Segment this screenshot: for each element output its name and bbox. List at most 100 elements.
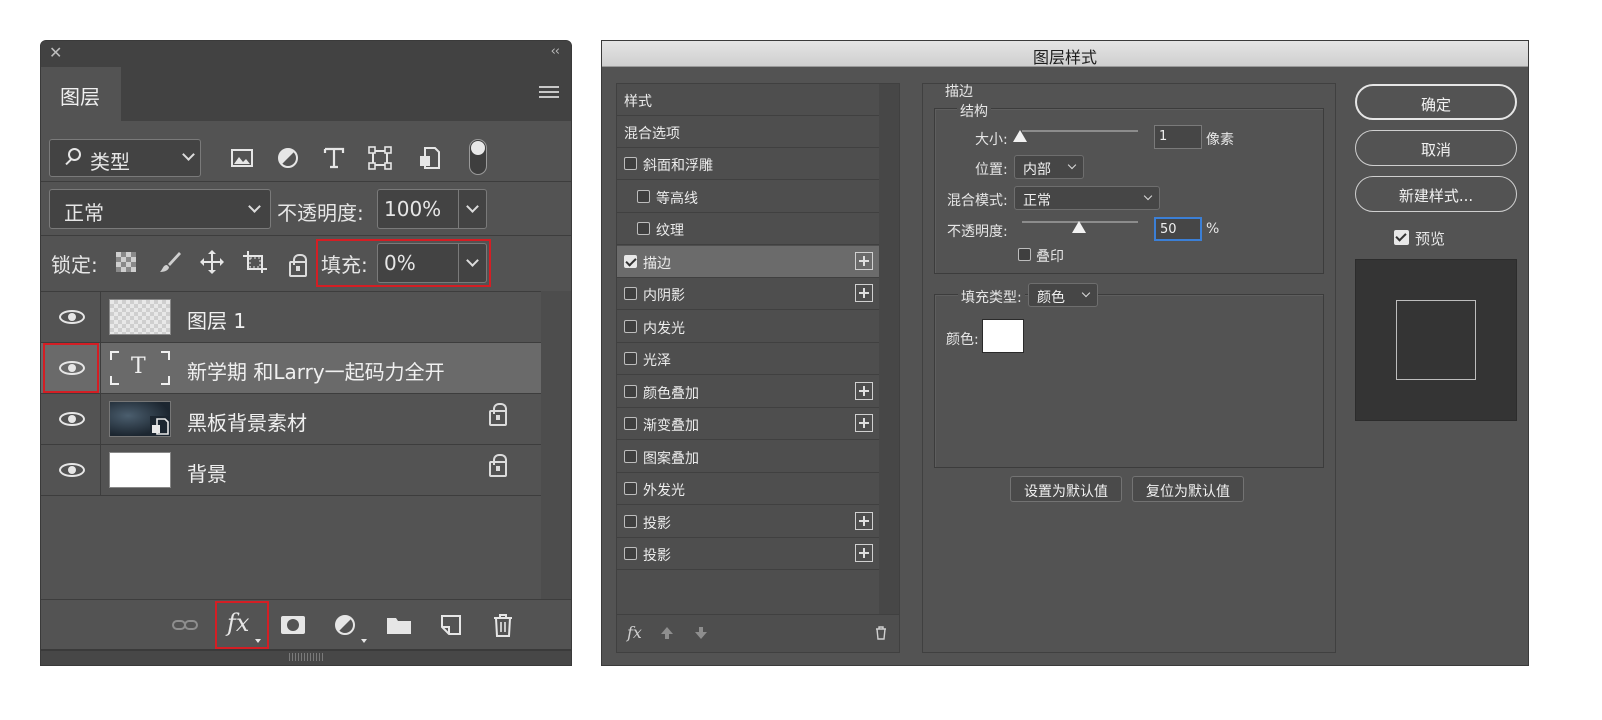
style-checkbox[interactable] [624,157,637,170]
visibility-eye-icon[interactable] [59,310,85,324]
filter-kind-dropdown[interactable]: 类型 [49,139,201,177]
chevron-down-icon[interactable] [466,200,479,213]
shape-filter-icon[interactable] [367,145,393,171]
close-icon[interactable]: ✕ [49,43,62,62]
chevron-down-icon[interactable] [466,254,479,267]
lock-transparent-icon[interactable] [115,251,137,273]
style-item[interactable]: 内阴影 [617,278,879,310]
style-checkbox[interactable] [624,384,637,398]
style-item[interactable]: 外发光 [617,473,879,505]
style-item[interactable]: 描边 [617,245,879,278]
style-checkbox[interactable] [624,352,637,365]
layer-row-layer1[interactable]: 图层 1 [41,292,541,343]
preview-checkbox[interactable] [1394,230,1409,245]
style-label: 颜色叠加 [643,385,699,402]
new-adjustment-layer-icon[interactable] [331,613,359,637]
stroke-color-swatch[interactable] [982,319,1024,353]
style-checkbox[interactable] [624,254,637,268]
collapse-icon[interactable]: ‹‹ [551,44,560,59]
opacity-slider-knob[interactable] [1072,221,1086,233]
blending-options-item[interactable]: 混合选项 [617,116,879,148]
link-icon[interactable] [171,613,199,637]
panel-menu-icon[interactable] [539,86,559,100]
image-filter-icon[interactable] [229,145,255,171]
add-instance-plus-icon[interactable] [855,414,873,432]
styles-scrollbar[interactable] [879,84,899,614]
layer-row-blackboard[interactable]: 黑板背景素材 [41,394,541,445]
layer-row-text[interactable]: T 新学期 和Larry一起码力全开 [41,343,541,394]
lock-artboard-icon[interactable] [241,249,269,275]
color-label: 颜色: [946,332,979,348]
fx-menu-button[interactable]: fx [627,623,642,642]
dialog-titlebar[interactable]: 图层样式 [602,41,1528,67]
layers-scrollbar[interactable] [541,291,571,599]
size-slider-knob[interactable] [1013,130,1027,142]
smart-object-filter-icon[interactable] [417,145,443,171]
style-item[interactable]: 渐变叠加 [617,408,879,440]
opacity-input[interactable]: 100% [377,189,487,229]
style-checkbox[interactable] [637,222,650,235]
add-instance-plus-icon[interactable] [855,511,873,530]
move-up-icon[interactable] [659,625,675,641]
style-checkbox[interactable] [624,547,637,560]
fill-type-dropdown[interactable]: 颜色 [1028,283,1098,307]
panel-resize-strip[interactable] [41,649,571,665]
layer-row-background[interactable]: 背景 [41,445,541,496]
new-group-folder-icon[interactable] [385,613,413,637]
eye-highlight-box [43,343,99,393]
stroke-opacity-input[interactable]: 50 [1154,217,1202,241]
add-instance-plus-icon[interactable] [855,284,873,302]
stroke-opacity-label: 不透明度: [947,224,1008,240]
style-checkbox[interactable] [624,417,637,430]
style-item[interactable]: 投影 [617,506,879,538]
style-checkbox[interactable] [624,319,637,333]
overprint-checkbox[interactable] [1018,248,1031,261]
move-down-icon[interactable] [693,625,709,641]
style-item[interactable]: 图案叠加 [617,441,879,473]
style-checkbox[interactable] [637,189,650,203]
set-default-button[interactable]: 设置为默认值 [1010,476,1122,502]
ok-button[interactable]: 确定 [1355,84,1517,120]
style-item[interactable]: 等高线 [617,181,879,213]
add-instance-plus-icon[interactable] [855,544,873,562]
tab-layers[interactable]: 图层 [41,67,121,123]
add-instance-plus-icon[interactable] [855,251,873,270]
size-input[interactable]: 1 [1154,125,1202,149]
style-checkbox[interactable] [624,449,637,463]
size-slider-track[interactable] [1022,130,1138,132]
add-mask-icon[interactable] [279,613,307,637]
fill-input[interactable]: 0% [377,243,487,283]
style-checkbox[interactable] [624,287,637,300]
blend-mode-dropdown[interactable]: 正常 [49,189,271,229]
visibility-eye-icon[interactable] [59,463,85,477]
style-item[interactable]: 斜面和浮雕 [617,148,879,180]
type-filter-icon[interactable] [321,145,347,171]
style-checkbox[interactable] [624,482,637,495]
lock-pixels-brush-icon[interactable] [157,249,183,275]
new-layer-icon[interactable] [437,613,465,637]
filter-toggle[interactable] [469,139,487,175]
style-item[interactable]: 内发光 [617,311,879,343]
delete-effect-trash-icon[interactable] [873,625,889,641]
style-item[interactable]: 光泽 [617,343,879,375]
style-label: 投影 [643,548,671,564]
reset-default-button[interactable]: 复位为默认值 [1132,476,1244,502]
fx-button[interactable]: fx [227,609,249,637]
visibility-eye-icon[interactable] [59,412,85,426]
styles-list: 样式 混合选项 斜面和浮雕 等高线 纹理 描边 内阴影 内发光 光泽颜色叠加渐变叠加 图案叠加… [616,83,900,653]
style-checkbox[interactable] [624,514,637,528]
position-dropdown[interactable]: 内部 [1014,155,1084,179]
style-item[interactable]: 纹理 [617,213,879,245]
opacity-label: 不透明度: [277,201,364,225]
lock-position-move-icon[interactable] [199,249,225,275]
overprint-label: 叠印 [1036,249,1064,265]
add-instance-plus-icon[interactable] [855,381,873,400]
style-item[interactable]: 投影 [617,538,879,570]
cancel-button[interactable]: 取消 [1355,130,1517,166]
delete-trash-icon[interactable] [489,613,517,637]
styles-header[interactable]: 样式 [617,84,879,116]
style-item[interactable]: 颜色叠加 [617,376,879,408]
adjustment-filter-icon[interactable] [275,145,301,171]
stroke-blend-dropdown[interactable]: 正常 [1014,186,1160,210]
new-style-button[interactable]: 新建样式... [1355,176,1517,212]
